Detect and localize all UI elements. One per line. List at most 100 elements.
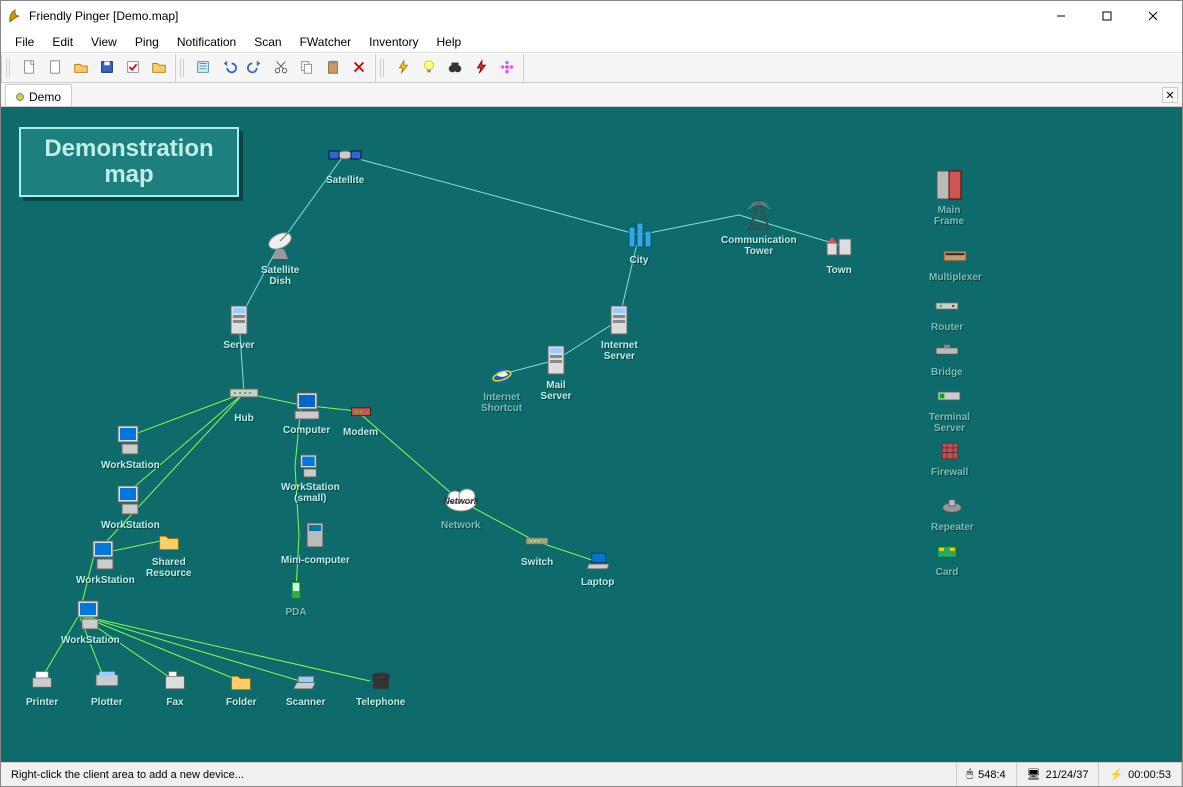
device-terminal[interactable]: Terminal Server	[929, 382, 970, 434]
server-icon	[538, 342, 574, 378]
toolbar-group1	[1, 54, 175, 82]
status-dot-icon	[16, 93, 24, 101]
device-ws3[interactable]: WorkStation	[76, 537, 135, 586]
menu-scan[interactable]: Scan	[246, 33, 289, 51]
copy-button[interactable]	[296, 57, 318, 79]
select-button[interactable]	[192, 57, 214, 79]
new-blank-button[interactable]	[44, 57, 66, 79]
device-label: Mini-computer	[281, 555, 350, 566]
ws-icon	[296, 452, 324, 480]
toolbar-group2	[175, 54, 375, 82]
copy-icon	[299, 59, 315, 78]
paste-button[interactable]	[322, 57, 344, 79]
device-card[interactable]: Card	[933, 537, 961, 578]
bolt2-button[interactable]	[470, 57, 492, 79]
device-plotter[interactable]: Plotter	[91, 667, 123, 708]
folder-icon	[151, 59, 167, 78]
device-printer[interactable]: Printer	[26, 667, 58, 708]
new-page-button[interactable]	[18, 57, 40, 79]
device-multiplexer[interactable]: Multiplexer	[929, 242, 982, 283]
device-ws1[interactable]: WorkStation	[101, 422, 160, 471]
menu-edit[interactable]: Edit	[44, 33, 81, 51]
flower-button[interactable]	[496, 57, 518, 79]
check-button[interactable]	[122, 57, 144, 79]
binoculars-icon	[447, 59, 463, 78]
folder-button[interactable]	[148, 57, 170, 79]
maximize-button[interactable]	[1084, 1, 1130, 31]
menu-file[interactable]: File	[7, 33, 42, 51]
save-button[interactable]	[96, 57, 118, 79]
device-repeater[interactable]: Repeater	[931, 492, 974, 533]
bulb-button[interactable]	[418, 57, 440, 79]
toolbar-grip[interactable]	[380, 59, 386, 77]
menu-view[interactable]: View	[83, 33, 125, 51]
device-network[interactable]: NetworkNetwork	[441, 482, 480, 531]
device-ieshort[interactable]: Internet Shortcut	[481, 362, 522, 414]
close-button[interactable]	[1130, 1, 1176, 31]
device-firewall[interactable]: Firewall	[931, 437, 968, 478]
device-computer[interactable]: Computer	[283, 387, 330, 436]
window-title: Friendly Pinger [Demo.map]	[29, 9, 1038, 23]
device-city[interactable]: City	[621, 217, 657, 266]
device-hub[interactable]: Hub	[226, 375, 262, 424]
device-server[interactable]: Server	[221, 302, 257, 351]
device-minicomp[interactable]: Mini-computer	[281, 517, 350, 566]
menu-fwatcher[interactable]: FWatcher	[292, 33, 360, 51]
delete-button[interactable]	[348, 57, 370, 79]
city-icon	[621, 217, 657, 253]
device-bridge[interactable]: Bridge	[931, 337, 963, 378]
minimize-button[interactable]	[1038, 1, 1084, 31]
firewall-icon	[936, 437, 964, 465]
fax-icon	[161, 667, 189, 695]
undo-button[interactable]	[218, 57, 240, 79]
open-button[interactable]	[70, 57, 92, 79]
lightning-button[interactable]	[392, 57, 414, 79]
device-label: Plotter	[91, 697, 123, 708]
map-tab[interactable]: Demo	[5, 84, 72, 106]
menu-ping[interactable]: Ping	[127, 33, 167, 51]
toolbar-grip[interactable]	[180, 59, 186, 77]
device-fax[interactable]: Fax	[161, 667, 189, 708]
undo-icon	[221, 59, 237, 78]
cut-button[interactable]	[270, 57, 292, 79]
device-modem[interactable]: Modem	[343, 397, 378, 438]
bulb-icon	[421, 59, 437, 78]
menu-inventory[interactable]: Inventory	[361, 33, 426, 51]
device-inetsrv[interactable]: Internet Server	[601, 302, 638, 362]
menu-help[interactable]: Help	[429, 33, 470, 51]
device-ws2[interactable]: WorkStation	[101, 482, 160, 531]
binoculars-button[interactable]	[444, 57, 466, 79]
device-tower[interactable]: Communication Tower	[721, 197, 797, 257]
device-label: Card	[936, 567, 959, 578]
device-shared[interactable]: Shared Resource	[146, 527, 192, 579]
device-town[interactable]: Town	[821, 227, 857, 276]
folder-icon	[227, 667, 255, 695]
device-pda[interactable]: PDA	[282, 577, 310, 618]
device-telephone[interactable]: Telephone	[356, 667, 405, 708]
device-label: Server	[223, 340, 254, 351]
device-satellite[interactable]: Satellite	[326, 137, 364, 186]
device-label: Terminal Server	[929, 412, 970, 434]
toolbar-grip[interactable]	[6, 59, 12, 77]
device-satdish[interactable]: Satellite Dish	[261, 227, 299, 287]
device-label: WorkStation	[61, 635, 120, 646]
device-label: Scanner	[286, 697, 325, 708]
device-laptop[interactable]: Laptop	[581, 547, 614, 588]
menu-notification[interactable]: Notification	[169, 33, 244, 51]
device-ws4[interactable]: WorkStation	[61, 597, 120, 646]
device-mailsrv[interactable]: Mail Server	[538, 342, 574, 402]
select-icon	[195, 59, 211, 78]
tab-close-button[interactable]: ✕	[1162, 87, 1178, 103]
device-label: PDA	[285, 607, 306, 618]
device-switch[interactable]: Switch	[521, 527, 553, 568]
redo-button[interactable]	[244, 57, 266, 79]
ws-icon	[112, 422, 148, 458]
device-label: Repeater	[931, 522, 974, 533]
monitor-icon: 🖥	[1027, 768, 1041, 781]
device-mainframe[interactable]: Main Frame	[931, 167, 967, 227]
device-folder[interactable]: Folder	[226, 667, 257, 708]
device-ws_small[interactable]: WorkStation (small)	[281, 452, 340, 504]
map-canvas[interactable]: Demonstration map SatelliteSatellite Dis…	[1, 107, 1182, 762]
device-scanner[interactable]: Scanner	[286, 667, 325, 708]
device-router[interactable]: Router	[931, 292, 963, 333]
